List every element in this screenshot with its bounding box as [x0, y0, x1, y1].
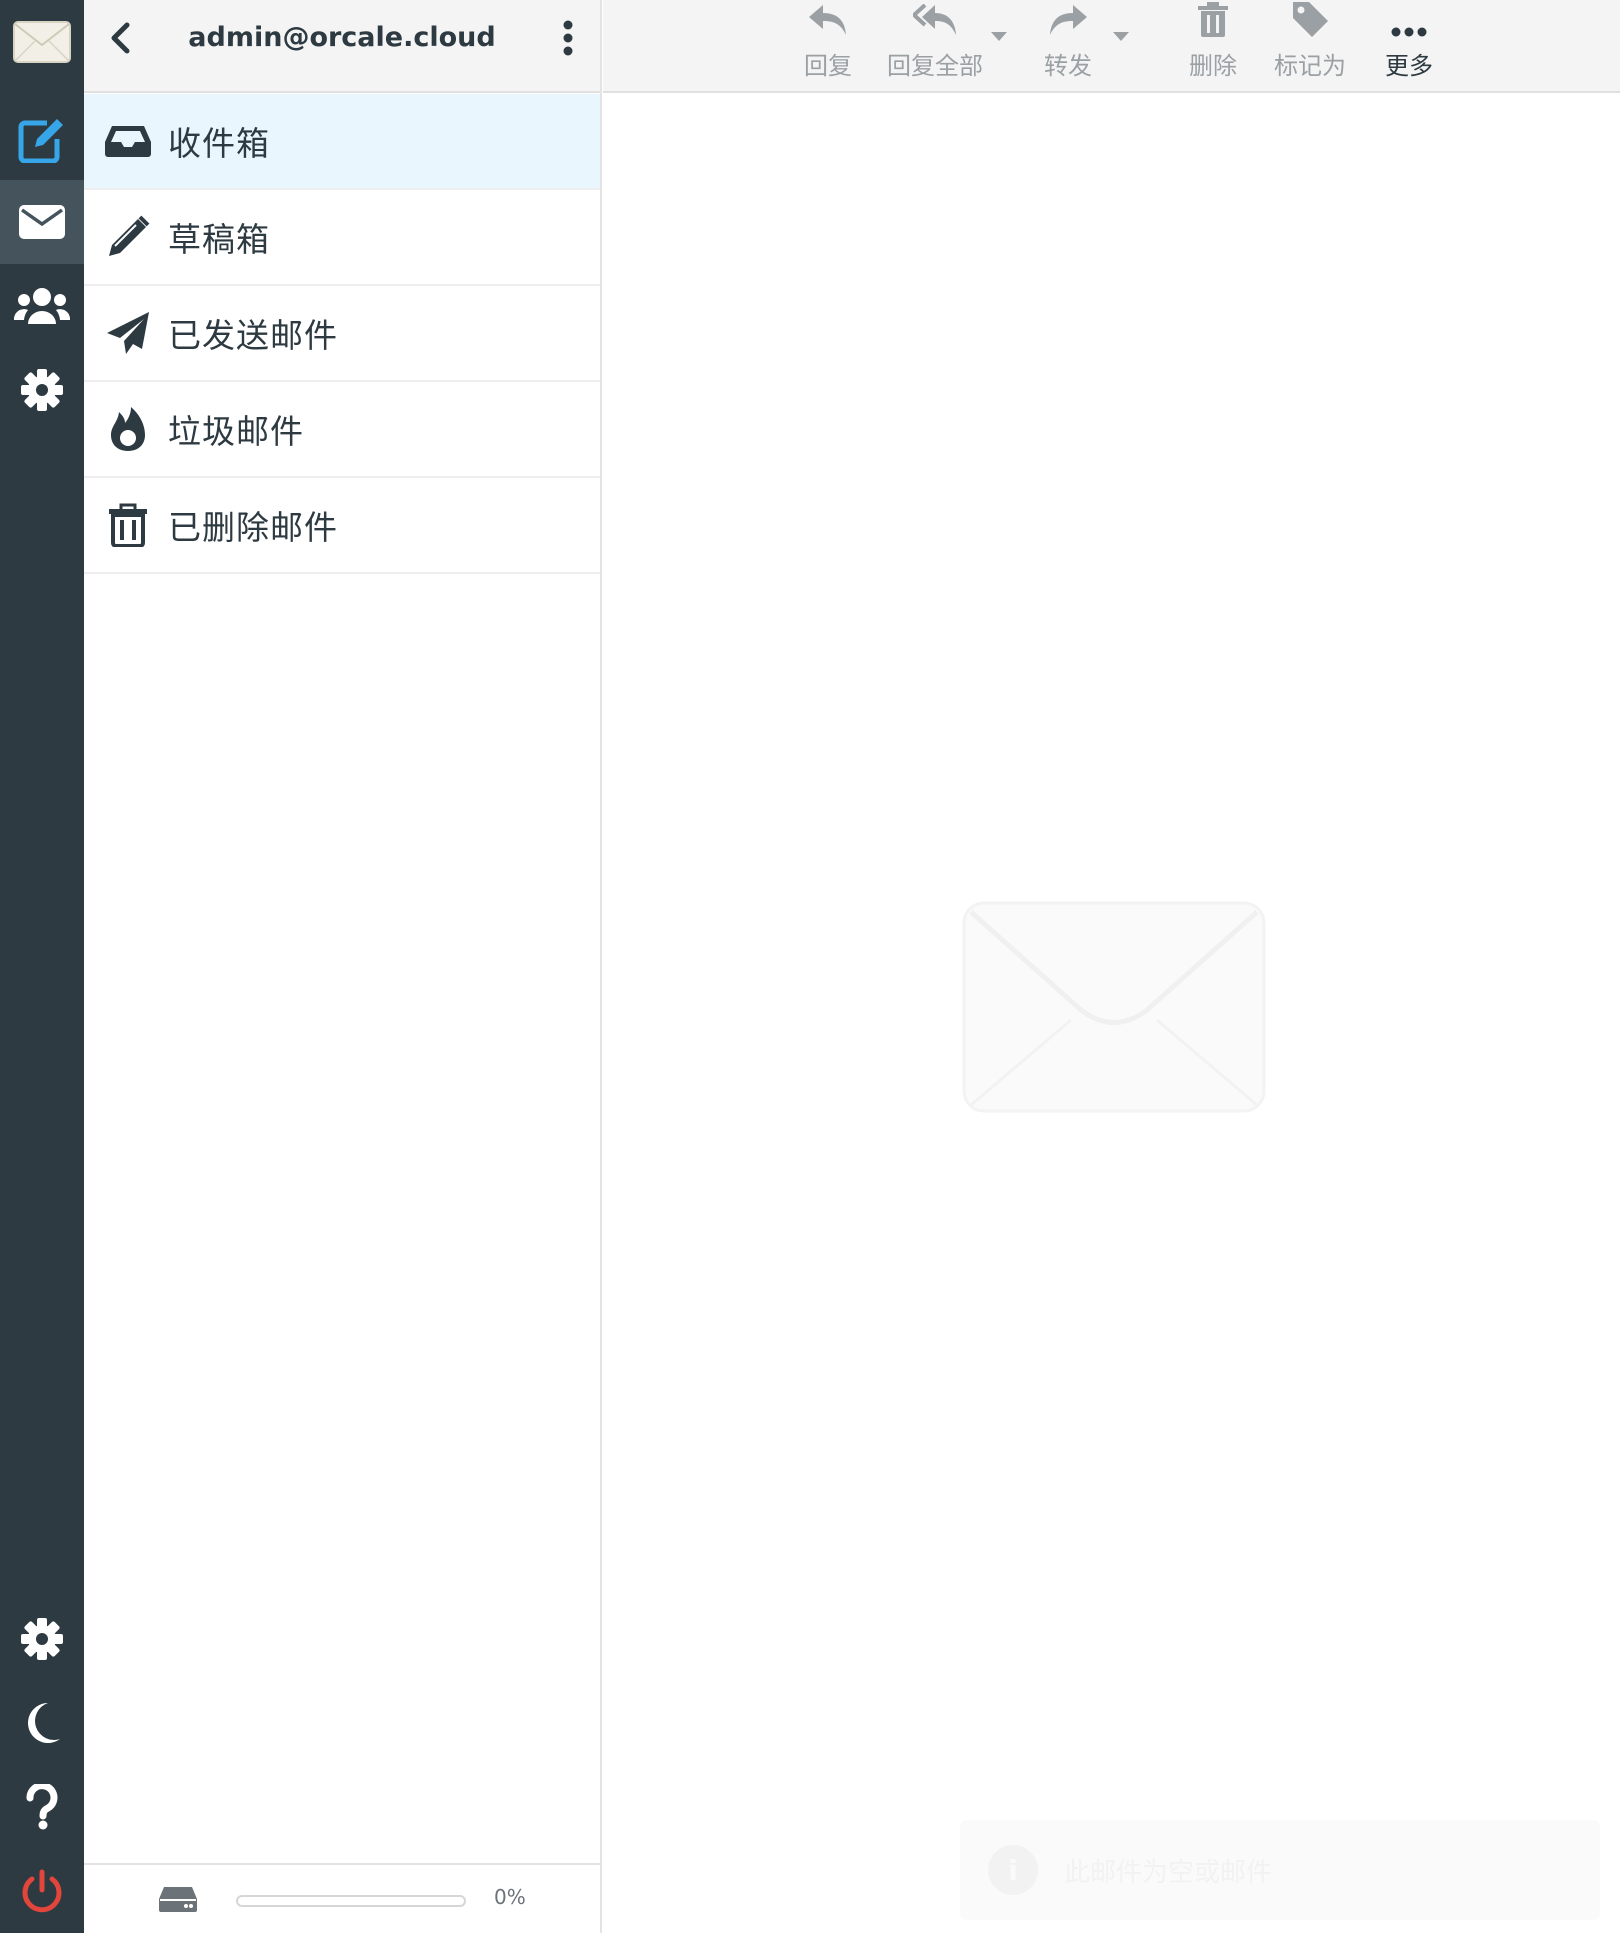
trash-icon [1198, 2, 1228, 37]
reply-icon [809, 5, 846, 35]
mark-as-label: 标记为 [1274, 52, 1346, 80]
fire-icon [98, 406, 158, 452]
message-view: 回复 回复全部 转发 删除 标记为 更多 i 此邮件为空或邮件 [603, 0, 1620, 1933]
storage-icon [158, 1885, 198, 1917]
paper-plane-icon [98, 311, 158, 355]
folder-inbox[interactable]: 收件箱 [84, 94, 600, 190]
folder-trash[interactable]: 已删除邮件 [84, 478, 600, 574]
folder-label: 已删除邮件 [168, 508, 338, 547]
reply-all-icon [913, 4, 956, 35]
empty-message-text: 此邮件为空或邮件 [1064, 1857, 1273, 1888]
forward-icon [1050, 5, 1087, 35]
reply-all-button[interactable]: 回复全部 [879, 0, 991, 90]
reply-all-dropdown-icon[interactable] [990, 30, 1008, 42]
help-icon[interactable] [0, 1765, 84, 1849]
kebab-menu-icon [563, 20, 573, 56]
folder-panel: admin@orcale.cloud 收件箱 草稿箱 已发送邮件 垃圾邮件 已删… [84, 0, 602, 1933]
folder-drafts[interactable]: 草稿箱 [84, 190, 600, 286]
folder-label: 垃圾邮件 [168, 412, 304, 451]
inbox-icon [98, 124, 158, 158]
quota-percent: 0% [494, 1885, 526, 1909]
tag-icon [1293, 2, 1328, 37]
more-label: 更多 [1385, 52, 1433, 80]
logo-icon[interactable] [0, 0, 84, 84]
empty-message-notice: i 此邮件为空或邮件 [960, 1820, 1600, 1920]
moon-icon[interactable] [0, 1681, 84, 1765]
delete-button[interactable]: 删除 [1178, 0, 1248, 90]
settings-icon[interactable] [0, 348, 84, 432]
reply-label: 回复 [804, 52, 852, 80]
compose-icon[interactable] [0, 98, 84, 182]
app-rail [0, 0, 84, 1933]
forward-dropdown-icon[interactable] [1112, 30, 1130, 42]
delete-label: 删除 [1189, 52, 1237, 80]
mail-icon[interactable] [0, 180, 84, 264]
power-icon[interactable] [0, 1849, 84, 1933]
folder-label: 草稿箱 [168, 220, 270, 259]
folder-label: 收件箱 [168, 124, 270, 163]
forward-label: 转发 [1044, 52, 1092, 80]
account-menu-button[interactable] [548, 14, 588, 62]
chevron-left-icon [111, 22, 130, 54]
trash-icon [98, 503, 158, 547]
contacts-icon[interactable] [0, 264, 84, 348]
info-icon: i [988, 1845, 1038, 1895]
quota-progress-bar [236, 1895, 466, 1907]
pencil-icon [98, 215, 158, 259]
folder-label: 已发送邮件 [168, 316, 338, 355]
folder-list: 收件箱 草稿箱 已发送邮件 垃圾邮件 已删除邮件 [84, 94, 600, 574]
folder-spam[interactable]: 垃圾邮件 [84, 382, 600, 478]
folder-sent[interactable]: 已发送邮件 [84, 286, 600, 382]
more-dots-icon [1391, 27, 1427, 37]
back-button[interactable] [98, 16, 142, 60]
account-email: admin@orcale.cloud [188, 22, 496, 53]
quota-footer: 0% [84, 1863, 600, 1933]
settings-icon[interactable] [0, 1597, 84, 1681]
forward-button[interactable]: 转发 [1033, 0, 1103, 90]
folder-panel-header: admin@orcale.cloud [84, 0, 600, 93]
reply-all-label: 回复全部 [887, 52, 983, 80]
more-button[interactable]: 更多 [1369, 0, 1449, 90]
mark-as-button[interactable]: 标记为 [1265, 0, 1355, 90]
empty-envelope-icon [961, 900, 1267, 1118]
message-toolbar: 回复 回复全部 转发 删除 标记为 更多 [603, 0, 1620, 93]
reply-button[interactable]: 回复 [793, 0, 863, 90]
